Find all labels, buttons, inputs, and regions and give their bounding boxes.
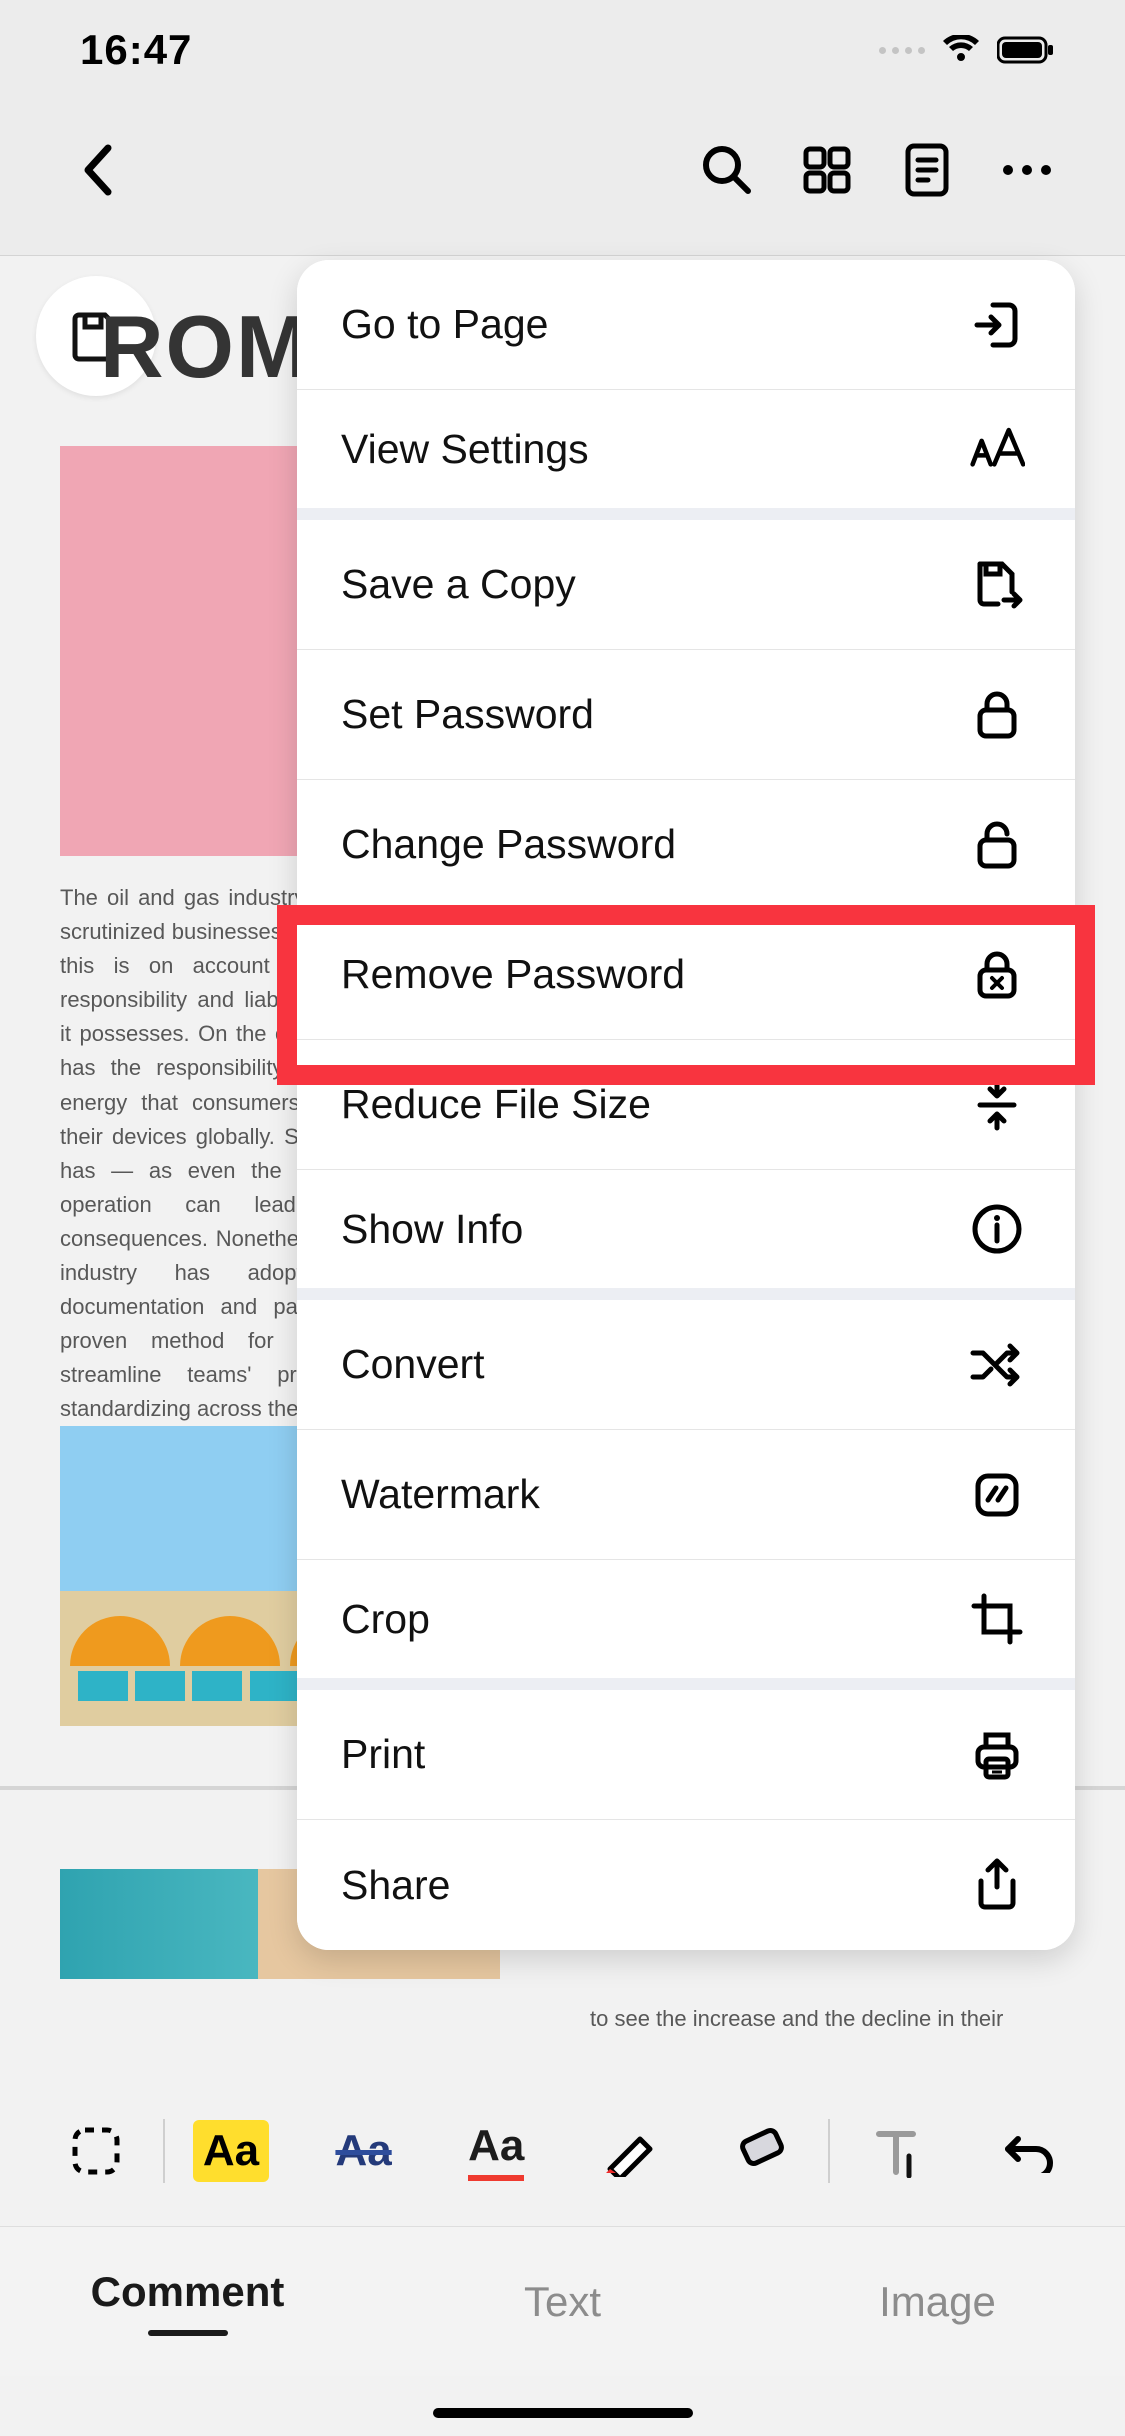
tab-label: Image	[879, 2278, 996, 2326]
doc-column-text: to see the increase and the decline in t…	[590, 2006, 1060, 2032]
lock-closed-icon	[969, 687, 1025, 743]
outline-button[interactable]	[877, 120, 977, 220]
menu-item-reduce-file-size[interactable]: Reduce File Size	[297, 1040, 1075, 1170]
underline-sample: Aa	[468, 2121, 524, 2181]
menu-item-crop[interactable]: Crop	[297, 1560, 1075, 1690]
tab-comment[interactable]: Comment	[0, 2227, 375, 2376]
menu-item-watermark[interactable]: Watermark	[297, 1430, 1075, 1560]
menu-item-label: Remove Password	[341, 951, 685, 998]
shuffle-icon	[969, 1337, 1025, 1393]
menu-item-label: View Settings	[341, 426, 589, 473]
text-tool[interactable]	[830, 2086, 963, 2216]
menu-item-label: Watermark	[341, 1471, 540, 1518]
menu-item-label: Convert	[341, 1341, 485, 1388]
crop-icon	[969, 1591, 1025, 1647]
underline-tool[interactable]: Aa	[430, 2086, 563, 2216]
menu-item-change-password[interactable]: Change Password	[297, 780, 1075, 910]
tab-image[interactable]: Image	[750, 2227, 1125, 2376]
annotation-toolbar: Aa Aa Aa	[0, 2086, 1125, 2216]
battery-icon	[997, 36, 1055, 64]
text-size-icon	[969, 421, 1025, 477]
strikethrough-tool[interactable]: Aa	[297, 2086, 430, 2216]
highlight-sample: Aa	[193, 2120, 269, 2182]
selection-tool[interactable]	[30, 2086, 163, 2216]
highlight-tool[interactable]: Aa	[165, 2086, 298, 2216]
lock-open-icon	[969, 817, 1025, 873]
menu-item-label: Share	[341, 1862, 450, 1909]
menu-item-label: Go to Page	[341, 301, 548, 348]
menu-item-save-copy[interactable]: Save a Copy	[297, 520, 1075, 650]
menu-item-label: Print	[341, 1731, 425, 1778]
compress-icon	[969, 1077, 1025, 1133]
more-button[interactable]	[977, 120, 1077, 220]
mode-tabs: Comment Text Image	[0, 2226, 1125, 2376]
more-menu: Go to Page View Settings Save a Copy Set…	[297, 260, 1075, 1950]
lock-x-icon	[969, 947, 1025, 1003]
menu-item-label: Reduce File Size	[341, 1081, 651, 1128]
menu-item-label: Save a Copy	[341, 561, 576, 608]
status-indicators	[879, 35, 1055, 65]
top-nav	[0, 100, 1125, 240]
menu-item-share[interactable]: Share	[297, 1820, 1075, 1950]
cell-signal-icon	[879, 47, 925, 54]
menu-item-print[interactable]: Print	[297, 1690, 1075, 1820]
status-bar: 16:47	[0, 0, 1125, 100]
strikethrough-sample: Aa	[335, 2126, 391, 2176]
wifi-icon	[941, 35, 981, 65]
menu-item-label: Show Info	[341, 1206, 523, 1253]
menu-item-label: Change Password	[341, 821, 676, 868]
tab-text[interactable]: Text	[375, 2227, 750, 2376]
menu-item-convert[interactable]: Convert	[297, 1300, 1075, 1430]
watermark-icon	[969, 1467, 1025, 1523]
status-time: 16:47	[80, 26, 192, 74]
tab-label: Text	[524, 2278, 601, 2326]
share-icon	[969, 1857, 1025, 1913]
home-indicator	[433, 2408, 693, 2418]
tab-label: Comment	[91, 2268, 285, 2316]
doc-heading-fragment: ROM	[100, 296, 311, 398]
eraser-tool[interactable]	[695, 2086, 828, 2216]
menu-item-set-password[interactable]: Set Password	[297, 650, 1075, 780]
print-icon	[969, 1727, 1025, 1783]
info-icon	[969, 1201, 1025, 1257]
enter-page-icon	[969, 297, 1025, 353]
active-tab-underline	[148, 2330, 228, 2336]
menu-item-show-info[interactable]: Show Info	[297, 1170, 1075, 1300]
undo-button[interactable]	[962, 2086, 1095, 2216]
search-button[interactable]	[677, 120, 777, 220]
thumbnails-button[interactable]	[777, 120, 877, 220]
menu-item-label: Crop	[341, 1596, 430, 1643]
menu-item-remove-password[interactable]: Remove Password	[297, 910, 1075, 1040]
back-button[interactable]	[48, 120, 148, 220]
marker-tool[interactable]	[563, 2086, 696, 2216]
menu-item-view-settings[interactable]: View Settings	[297, 390, 1075, 520]
save-export-icon	[969, 557, 1025, 613]
menu-item-go-to-page[interactable]: Go to Page	[297, 260, 1075, 390]
menu-item-label: Set Password	[341, 691, 594, 738]
